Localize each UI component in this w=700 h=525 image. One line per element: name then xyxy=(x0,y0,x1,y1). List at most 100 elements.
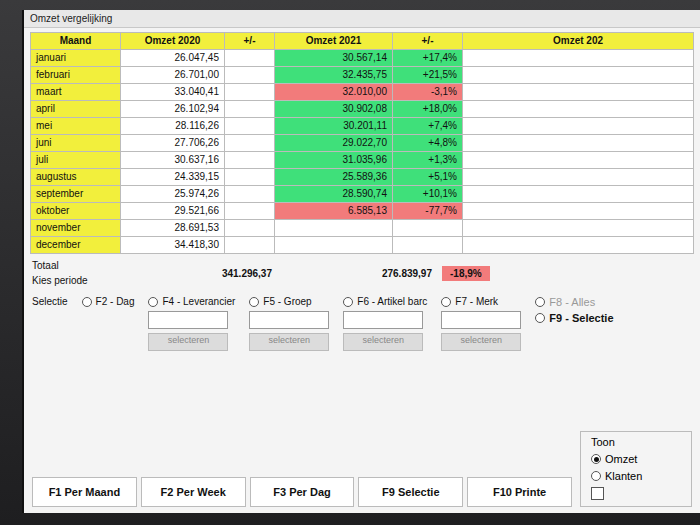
diff-cell: +17,4% xyxy=(393,50,463,67)
revenue-cell: 30.201,11 xyxy=(275,118,393,135)
column-header: +/- xyxy=(225,33,275,50)
revenue-cell: 32.435,75 xyxy=(275,67,393,84)
revenue-cell xyxy=(463,101,694,118)
revenue-cell: 26.047,45 xyxy=(121,50,225,67)
toon-radio[interactable]: Klanten xyxy=(591,470,681,482)
revenue-cell: 28.590,74 xyxy=(275,186,393,203)
extra-checkbox[interactable] xyxy=(591,487,604,500)
column-header: Omzet 2020 xyxy=(121,33,225,50)
option-label: F7 - Merk xyxy=(455,296,498,307)
option-field[interactable] xyxy=(249,311,329,329)
terminal-bezel: Omzet vergelijking MaandOmzet 2020+/-Omze… xyxy=(0,0,700,525)
function-tab[interactable]: F1 Per Maand xyxy=(32,477,137,507)
diff-cell: -77,7% xyxy=(393,203,463,220)
revenue-cell: 32.010,00 xyxy=(275,84,393,101)
total-diff: -18,9% xyxy=(442,266,490,281)
totals-row: TotaalKies periode 341.296,37 276.839,97 -1… xyxy=(24,254,700,292)
month-cell: september xyxy=(31,186,121,203)
diff-cell xyxy=(225,67,275,84)
option-radio[interactable]: F4 - Leverancier xyxy=(148,296,235,307)
option-field[interactable] xyxy=(148,311,228,329)
select-button[interactable]: selecteren xyxy=(343,333,423,351)
month-cell: februari xyxy=(31,67,121,84)
diff-cell: -3,1% xyxy=(393,84,463,101)
option-field[interactable] xyxy=(441,311,521,329)
revenue-cell: 25.974,26 xyxy=(121,186,225,203)
revenue-cell xyxy=(275,220,393,237)
function-tab[interactable]: F3 Per Dag xyxy=(250,477,355,507)
month-cell: december xyxy=(31,237,121,254)
function-tabs: F1 Per MaandF2 Per WeekF3 Per DagF9 Sele… xyxy=(32,477,572,507)
option-field[interactable] xyxy=(343,311,423,329)
option-radio[interactable]: F2 - Dag xyxy=(82,296,135,307)
revenue-cell xyxy=(275,237,393,254)
diff-cell: +10,1% xyxy=(393,186,463,203)
diff-cell: +21,5% xyxy=(393,67,463,84)
total-2021: 276.839,97 xyxy=(282,268,432,279)
option-radio[interactable]: F7 - Merk xyxy=(441,296,521,307)
scope-label: F8 - Alles xyxy=(549,296,595,308)
month-cell: oktober xyxy=(31,203,121,220)
diff-cell xyxy=(225,169,275,186)
radio-button[interactable] xyxy=(343,297,353,307)
diff-cell xyxy=(225,237,275,254)
window-title: Omzet vergelijking xyxy=(24,10,700,28)
revenue-cell: 34.418,30 xyxy=(121,237,225,254)
selection-option: F2 - Dag xyxy=(82,296,135,307)
revenue-cell: 33.040,41 xyxy=(121,84,225,101)
radio-button[interactable] xyxy=(535,313,545,323)
diff-cell xyxy=(225,84,275,101)
column-header: +/- xyxy=(393,33,463,50)
diff-cell xyxy=(393,220,463,237)
revenue-cell: 30.902,08 xyxy=(275,101,393,118)
select-button[interactable]: selecteren xyxy=(249,333,329,351)
selection-option: F6 - Artikel barc selecteren xyxy=(343,296,427,351)
revenue-cell: 6.585,13 xyxy=(275,203,393,220)
radio-button[interactable] xyxy=(441,297,451,307)
revenue-cell: 29.521,66 xyxy=(121,203,225,220)
period-label: Kies periode xyxy=(32,275,122,286)
lower-area: F1 Per MaandF2 Per WeekF3 Per DagF9 Sele… xyxy=(24,355,700,513)
revenue-cell xyxy=(463,203,694,220)
month-cell: maart xyxy=(31,84,121,101)
function-tab[interactable]: F9 Selectie xyxy=(358,477,463,507)
selection-option: F5 - Groep selecteren xyxy=(249,296,329,351)
month-cell: mei xyxy=(31,118,121,135)
scope-label: F9 - Selectie xyxy=(549,312,613,324)
radio-button[interactable] xyxy=(82,297,92,307)
diff-cell xyxy=(393,237,463,254)
month-cell: januari xyxy=(31,50,121,67)
toon-title: Toon xyxy=(591,436,681,448)
toon-radio[interactable]: Omzet xyxy=(591,453,681,465)
radio-button[interactable] xyxy=(591,454,601,464)
revenue-cell: 24.339,15 xyxy=(121,169,225,186)
revenue-cell xyxy=(463,67,694,84)
total-2020: 341.296,37 xyxy=(132,268,272,279)
toon-label: Omzet xyxy=(605,453,637,465)
function-tab[interactable]: F2 Per Week xyxy=(141,477,246,507)
radio-button[interactable] xyxy=(148,297,158,307)
revenue-cell xyxy=(463,152,694,169)
revenue-cell xyxy=(463,135,694,152)
diff-cell: +4,8% xyxy=(393,135,463,152)
column-header: Omzet 2021 xyxy=(275,33,393,50)
scope-radio[interactable]: F9 - Selectie xyxy=(535,312,613,324)
revenue-cell xyxy=(463,50,694,67)
function-tab[interactable]: F10 Printe xyxy=(467,477,572,507)
select-button[interactable]: selecteren xyxy=(441,333,521,351)
diff-cell xyxy=(225,50,275,67)
diff-cell: +5,1% xyxy=(393,169,463,186)
selection-group: Selectie xyxy=(32,296,68,307)
revenue-cell xyxy=(463,220,694,237)
option-radio[interactable]: F5 - Groep xyxy=(249,296,329,307)
option-radio[interactable]: F6 - Artikel barc xyxy=(343,296,427,307)
revenue-table: MaandOmzet 2020+/-Omzet 2021+/-Omzet 202… xyxy=(30,32,694,254)
select-button[interactable]: selecteren xyxy=(148,333,228,351)
revenue-cell xyxy=(463,118,694,135)
radio-button[interactable] xyxy=(249,297,259,307)
totals-labels: TotaalKies periode xyxy=(32,260,122,286)
month-cell: april xyxy=(31,101,121,118)
radio-button[interactable] xyxy=(591,471,601,481)
selection-option: F7 - Merk selecteren xyxy=(441,296,521,351)
diff-cell: +18,0% xyxy=(393,101,463,118)
